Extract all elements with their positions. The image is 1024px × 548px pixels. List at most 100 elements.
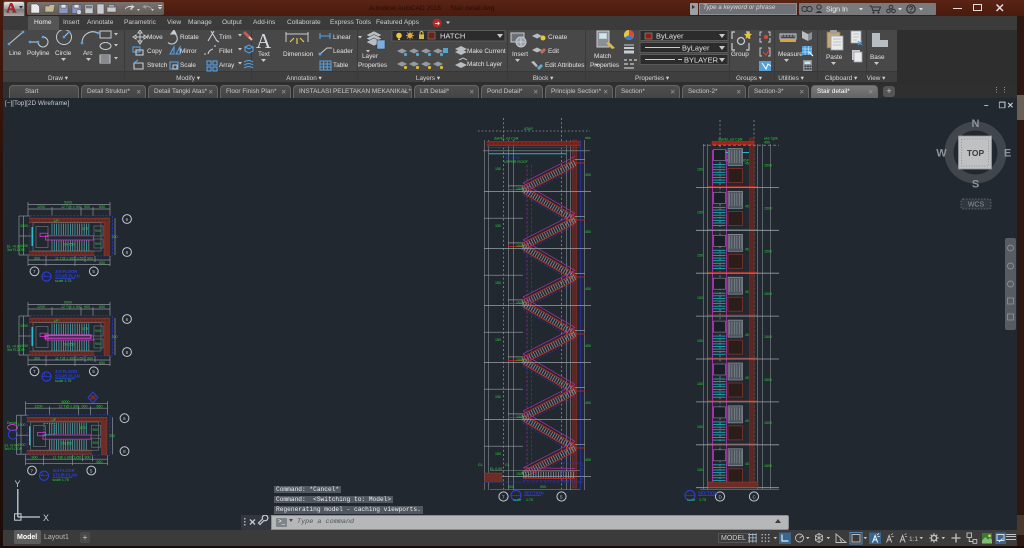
svg-text:450: 450 [764,141,770,145]
svg-text:Mirror: Mirror [180,48,198,55]
svg-text:ByLayer: ByLayer [656,32,684,41]
svg-text:1500: 1500 [516,301,524,305]
svg-text:150: 150 [697,168,703,172]
svg-text:45: 45 [745,162,749,166]
svg-text:1500: 1500 [764,378,772,382]
svg-text:150: 150 [697,339,703,343]
svg-text:150: 150 [495,452,501,456]
svg-text:1500: 1500 [764,249,772,253]
svg-text:BYLAYER: BYLAYER [684,56,719,65]
svg-text:Move: Move [147,34,163,41]
svg-text:Array: Array [219,62,235,69]
svg-text:Match Layer: Match Layer [467,61,503,68]
svg-text:Line: Line [9,50,22,57]
svg-text:HATCH: HATCH [440,32,465,41]
svg-text:150: 150 [697,210,703,214]
svg-text:150: 150 [697,425,703,429]
svg-text:450: 450 [585,230,591,234]
svg-text:dak/EL.ed Cplk: dak/EL.ed Cplk [718,138,743,142]
svg-text:1500: 1500 [764,421,772,425]
svg-text:W: W [936,148,947,160]
svg-text:1500: 1500 [764,164,772,168]
svg-text:Sign In: Sign In [826,6,848,13]
svg-text:C: C [753,494,757,499]
svg-text:Linear: Linear [333,34,352,41]
svg-text:UPPER ROOF: UPPER ROOF [504,160,529,164]
svg-text:GL: GL [505,463,510,467]
svg-text:Stretch: Stretch [147,62,168,69]
svg-text:Polyline: Polyline [27,50,50,57]
svg-text:Table: Table [333,62,349,69]
svg-text:150: 150 [697,253,703,257]
svg-text:45: 45 [745,333,749,337]
svg-text:45: 45 [745,204,749,208]
svg-text:1500: 1500 [516,244,524,248]
svg-text:WCS: WCS [968,202,985,209]
svg-text:45: 45 [745,290,749,294]
svg-text:?: ? [909,5,914,14]
svg-text:Circle: Circle [55,50,72,57]
svg-text:1500: 1500 [516,187,524,191]
svg-text:1500: 1500 [516,358,524,362]
svg-text:45: 45 [745,376,749,380]
svg-text:ATAP: ATAP [524,127,533,131]
svg-text:Arc: Arc [83,50,93,57]
svg-text:1500: 1500 [516,415,524,419]
svg-text:1500: 1500 [764,292,772,296]
svg-text:45: 45 [745,462,749,466]
svg-text:150: 150 [495,338,501,342]
svg-text:1500: 1500 [764,464,772,468]
svg-text:450: 450 [585,401,591,405]
svg-text:Text: Text [258,51,270,58]
svg-text:ByLayer: ByLayer [682,44,710,53]
svg-text:Properties: Properties [358,62,387,69]
svg-text:Group: Group [731,51,749,58]
svg-text:Layer: Layer [362,53,379,60]
svg-text:Base: Base [870,54,885,61]
svg-text:Make Current: Make Current [467,48,506,55]
svg-text:Edit Attributes: Edit Attributes [545,62,584,69]
svg-text:Properties: Properties [590,62,619,69]
svg-text:150: 150 [495,395,501,399]
svg-text:Copy: Copy [147,48,163,55]
svg-text:N: N [972,118,980,130]
svg-text:450: 450 [585,173,591,177]
svg-text:Create: Create [548,34,568,41]
svg-text:450: 450 [585,344,591,348]
svg-text:900: 900 [508,485,514,489]
svg-text:1500: 1500 [516,472,524,476]
svg-text:GL: GL [478,463,483,467]
svg-text:scale: scale [513,498,521,502]
svg-text:Rotate: Rotate [180,34,199,41]
svg-text:150: 150 [495,224,501,228]
svg-text:Edit: Edit [548,48,559,55]
svg-text:150: 150 [697,382,703,386]
svg-text:1500: 1500 [764,206,772,210]
svg-text:eks: eks [585,136,591,140]
svg-text:450: 450 [585,458,591,462]
svg-text:scale: scale [687,498,695,502]
svg-text:SECTION: SECTION [698,491,718,496]
svg-text:TOP: TOP [967,148,985,158]
svg-text:Leader: Leader [333,48,354,55]
svg-text:Dimension: Dimension [283,51,314,58]
svg-text:150: 150 [697,296,703,300]
svg-text:E: E [1004,148,1011,160]
svg-text:1:75: 1:75 [526,498,533,502]
svg-text:Match: Match [594,53,612,60]
svg-text:45: 45 [745,247,749,251]
svg-text:Insert: Insert [512,51,528,58]
svg-text:1:1: 1:1 [909,536,918,543]
svg-text:150: 150 [495,167,501,171]
svg-text:5: 5 [560,494,563,499]
svg-text:7: 7 [502,494,505,499]
svg-text:450: 450 [585,287,591,291]
svg-text:SECTION: SECTION [524,491,544,496]
svg-text:Trim: Trim [219,34,232,41]
svg-text:Measure: Measure [778,51,803,58]
svg-text:150: 150 [697,468,703,472]
svg-text:1500: 1500 [764,335,772,339]
svg-text:1:75: 1:75 [699,498,706,502]
svg-text:D: D [719,494,723,499]
svg-text:S: S [972,179,979,191]
